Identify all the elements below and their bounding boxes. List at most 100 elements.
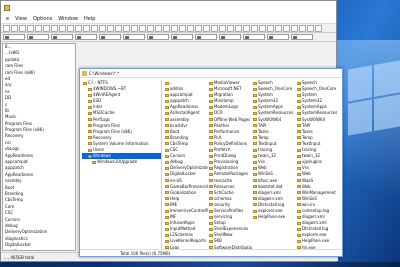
toolbar-button[interactable] — [155, 24, 162, 32]
folder-icon — [165, 142, 169, 146]
folder-icon — [165, 172, 169, 176]
toolbar-button[interactable] — [195, 24, 202, 32]
folder-icon — [253, 166, 257, 170]
toolbar-button[interactable] — [307, 24, 314, 32]
folder-icon — [297, 166, 301, 170]
drive-button[interactable] — [291, 34, 313, 40]
folder-icon — [209, 239, 213, 243]
menu-file[interactable]: e — [3, 16, 12, 22]
folder-icon — [88, 87, 92, 91]
folder-icon — [88, 93, 92, 97]
drive-button[interactable] — [267, 34, 289, 40]
folder-icon — [88, 148, 92, 152]
toolbar-button[interactable] — [3, 24, 10, 32]
drive-button[interactable] — [51, 34, 73, 40]
toolbar-button[interactable] — [59, 24, 66, 32]
folder-icon — [297, 172, 301, 176]
taskbar — [0, 262, 400, 267]
file-column-1: .. addins appcompat apppatch AppReadiness AUI… — [164, 80, 208, 250]
folder-icon — [165, 233, 169, 237]
toolbar-button[interactable] — [203, 24, 210, 32]
file-column-4: Speech Speech_OneCore System System32 System… — [296, 80, 340, 250]
folder-icon — [253, 179, 257, 183]
toolbar-button[interactable] — [251, 24, 258, 32]
toolbar-button[interactable] — [139, 24, 146, 32]
menu-help[interactable]: Help — [81, 16, 98, 22]
menu-window[interactable]: Window — [55, 16, 81, 22]
toolbar-button[interactable] — [27, 24, 34, 32]
folder-icon — [253, 130, 257, 134]
menu-view[interactable]: View — [12, 16, 30, 22]
folder-icon — [209, 124, 213, 128]
toolbar-button[interactable] — [35, 24, 42, 32]
folder-icon — [165, 105, 169, 109]
toolbar-button[interactable] — [19, 24, 26, 32]
toolbar-button[interactable] — [315, 24, 322, 32]
folder-icon — [297, 239, 301, 243]
toolbar-button[interactable] — [243, 24, 250, 32]
drive-button[interactable] — [171, 34, 193, 40]
windows-logo — [348, 60, 400, 139]
menu-options[interactable]: Options — [30, 16, 55, 22]
toolbar-button[interactable] — [131, 24, 138, 32]
folder-icon — [165, 209, 169, 213]
toolbar-button[interactable] — [171, 24, 178, 32]
toolbar-button[interactable] — [211, 24, 218, 32]
drive-button[interactable] — [219, 34, 241, 40]
folder-icon — [165, 239, 169, 243]
drive-button[interactable] — [123, 34, 145, 40]
toolbar-button[interactable] — [51, 24, 58, 32]
toolbar-button[interactable] — [43, 24, 50, 32]
toolbar-button[interactable] — [147, 24, 154, 32]
toolbar-button[interactable] — [291, 24, 298, 32]
folder-icon — [165, 154, 169, 158]
toolbar-button[interactable] — [299, 24, 306, 32]
folder-icon — [209, 81, 213, 85]
toolbar-button[interactable] — [11, 24, 18, 32]
tree-item[interactable]: en-US — [3, 249, 75, 251]
folder-icon — [88, 130, 92, 134]
toolbar-button[interactable] — [267, 24, 274, 32]
folder-icon — [253, 136, 257, 140]
folder-icon — [165, 160, 169, 164]
folder-icon — [165, 185, 169, 189]
drive-button[interactable] — [147, 34, 169, 40]
tree-item[interactable]: Windows10Upgrade — [82, 159, 161, 165]
toolbar-button[interactable] — [187, 24, 194, 32]
toolbar-button[interactable] — [91, 24, 98, 32]
toolbar-button[interactable] — [259, 24, 266, 32]
folder-icon — [88, 112, 92, 116]
toolbar-button[interactable] — [179, 24, 186, 32]
toolbar-button[interactable] — [123, 24, 130, 32]
folder-icon — [209, 197, 213, 201]
toolbar-button[interactable] — [275, 24, 282, 32]
drive-button[interactable] — [75, 34, 97, 40]
toolbar-button[interactable] — [99, 24, 106, 32]
drive-button[interactable] — [27, 34, 49, 40]
drive-button[interactable] — [195, 34, 217, 40]
folder-icon — [88, 136, 92, 140]
drive-button[interactable] — [243, 34, 265, 40]
toolbar-button[interactable] — [235, 24, 242, 32]
toolbar-button[interactable] — [107, 24, 114, 32]
folder-icon — [165, 203, 169, 207]
file-item[interactable]: HelpPane.exe — [252, 214, 296, 220]
folder-icon — [297, 154, 301, 158]
toolbar-button[interactable] — [219, 24, 226, 32]
folder-icon — [253, 160, 257, 164]
toolbar-button[interactable] — [115, 24, 122, 32]
toolbar-button[interactable] — [163, 24, 170, 32]
toolbar-button[interactable] — [283, 24, 290, 32]
toolbar-button[interactable] — [83, 24, 90, 32]
toolbar-button[interactable] — [75, 24, 82, 32]
toolbar-button[interactable] — [227, 24, 234, 32]
folder-icon — [209, 191, 213, 195]
directory-window-titlebar: C:\Windows\*.* — [80, 69, 342, 78]
drive-button[interactable] — [99, 34, 121, 40]
folder-icon — [209, 203, 213, 207]
folder-icon — [297, 112, 301, 116]
folder-icon — [209, 215, 213, 219]
toolbar-button[interactable] — [67, 24, 74, 32]
drive-button[interactable] — [3, 34, 25, 40]
folder-icon — [209, 93, 213, 97]
